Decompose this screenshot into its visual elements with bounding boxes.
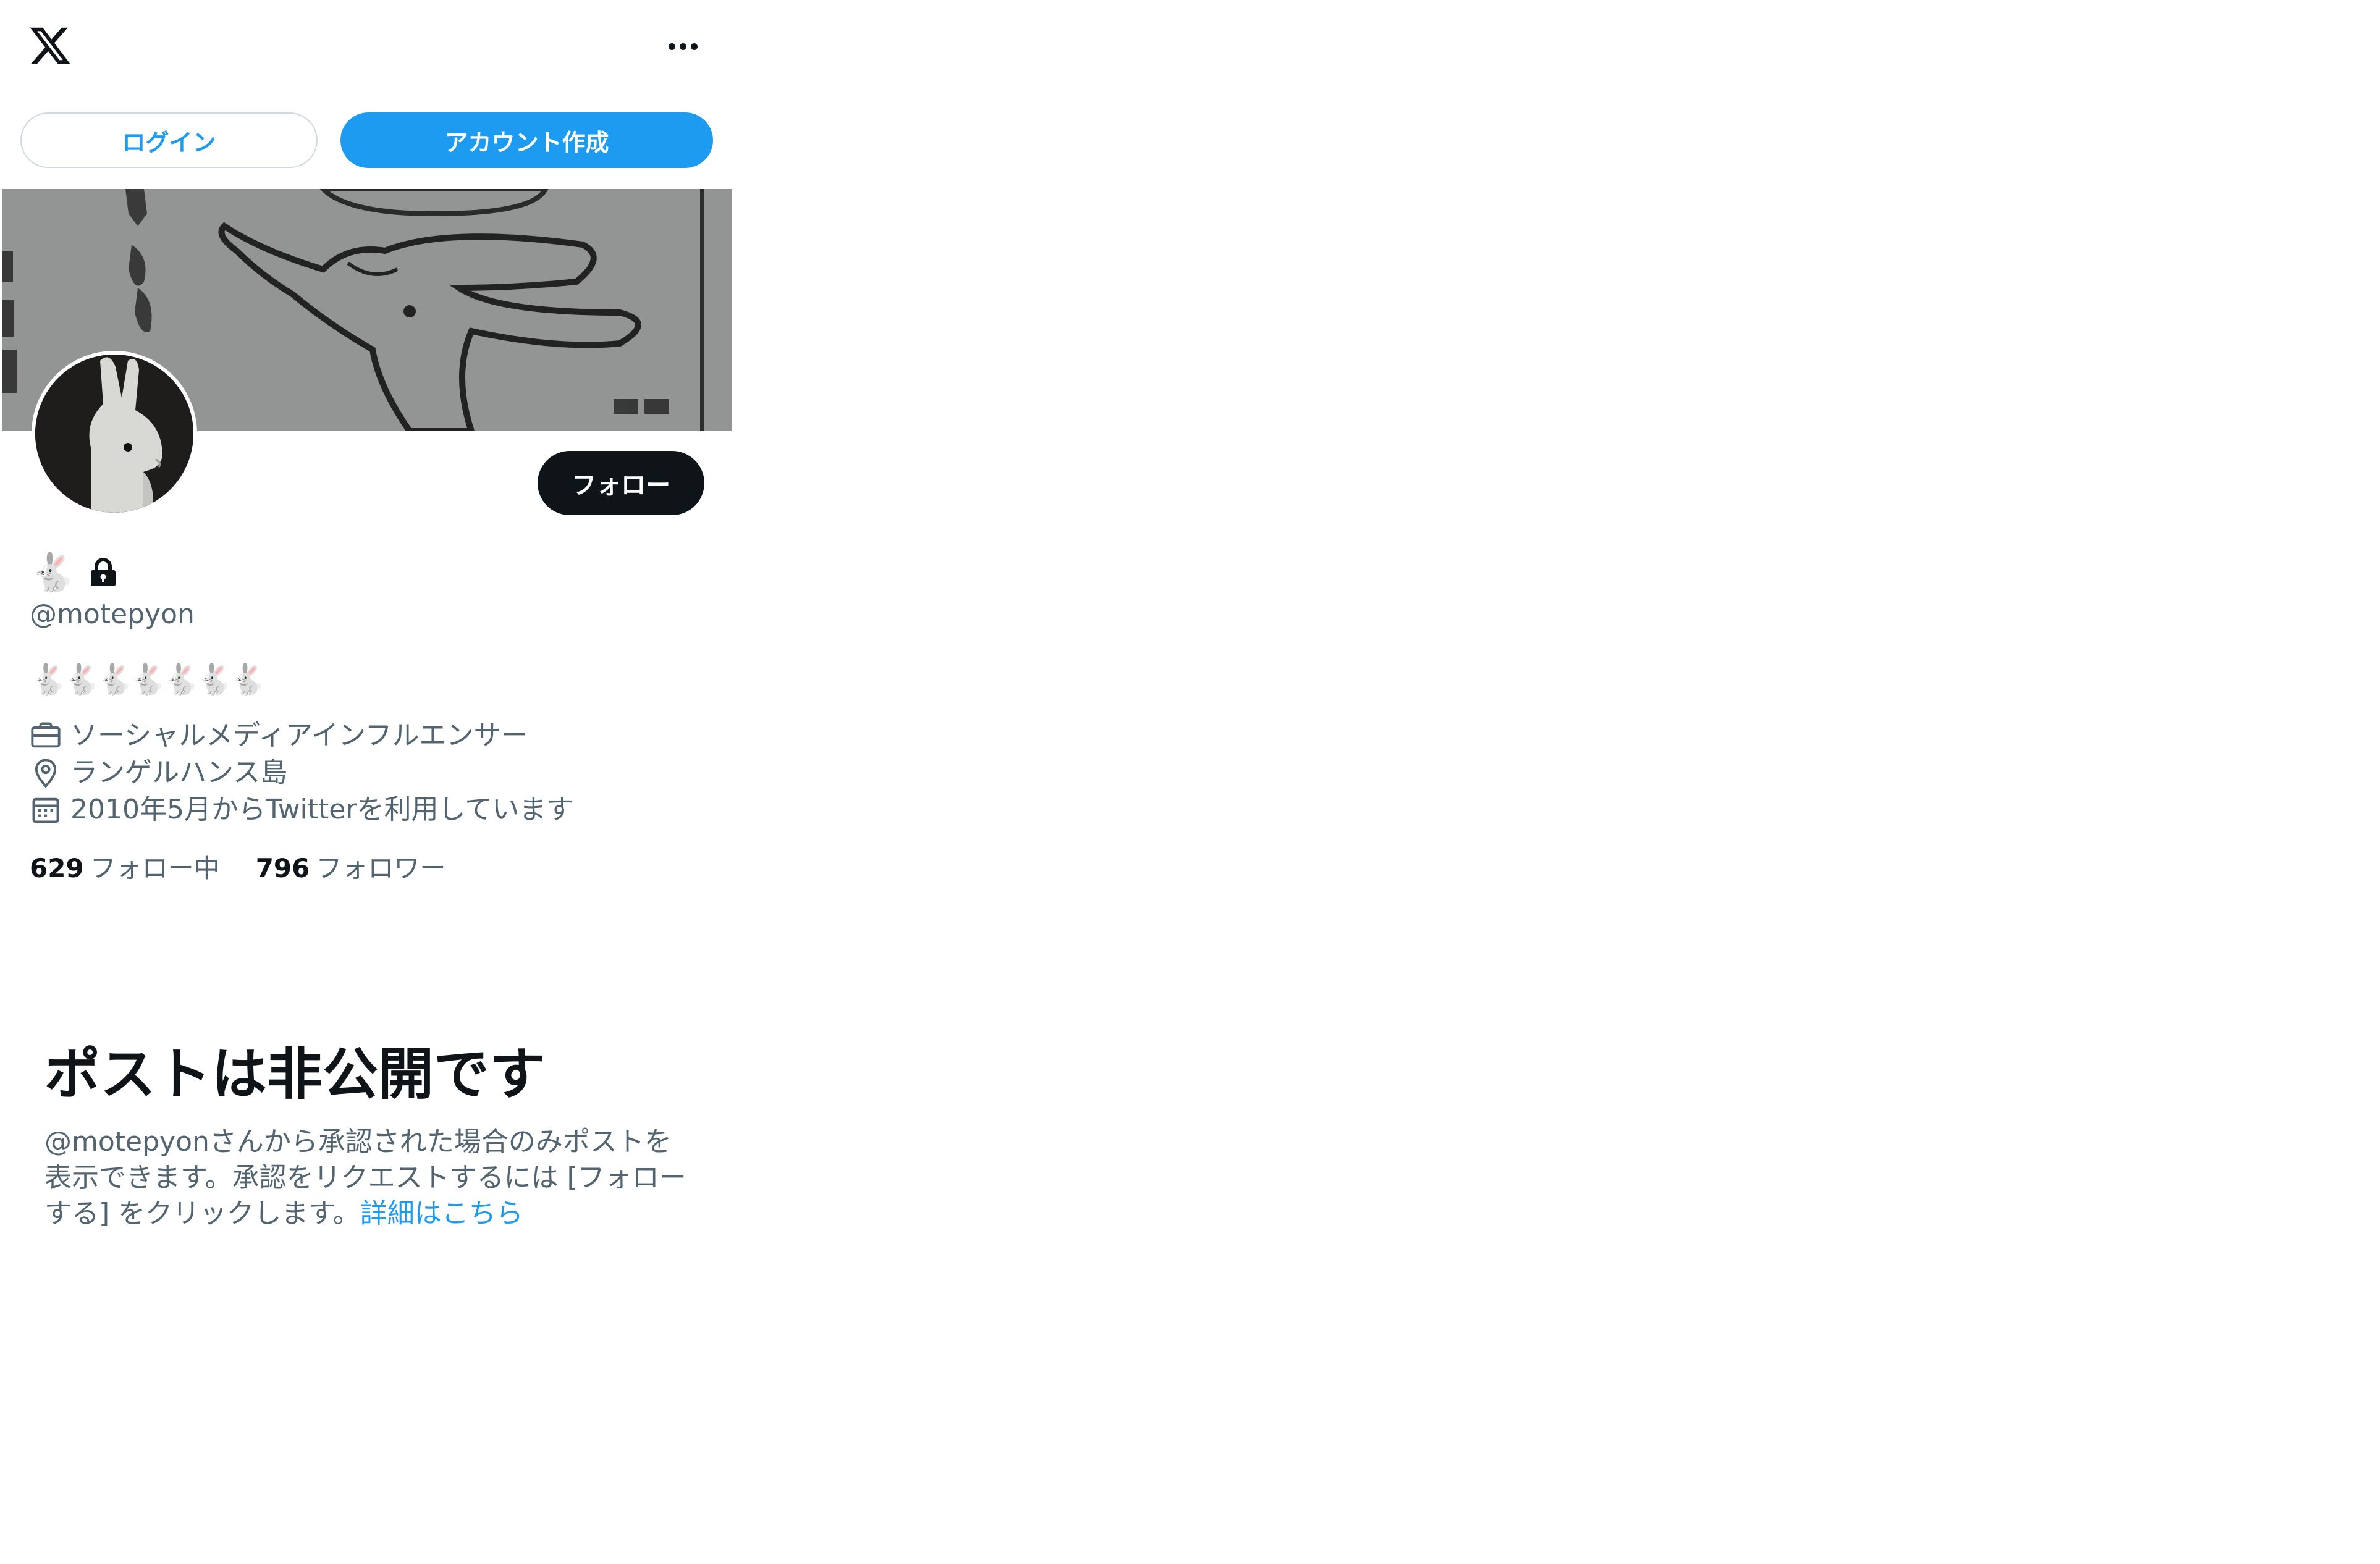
following-label: フォロー中 bbox=[90, 853, 220, 883]
follow-button[interactable]: フォロー bbox=[538, 451, 704, 515]
joined-text: 2010年5月からTwitterを利用しています bbox=[70, 794, 574, 825]
occupation-text: ソーシャルメディアインフルエンサー bbox=[70, 720, 528, 751]
login-button[interactable]: ログイン bbox=[20, 112, 318, 168]
following-count: 629 bbox=[30, 853, 84, 883]
briefcase-icon bbox=[31, 722, 61, 748]
location-pin-icon bbox=[35, 759, 57, 788]
joined-row: 2010年5月からTwitterを利用しています bbox=[30, 793, 573, 827]
profile-bio: 🐇🐇🐇🐇🐇🐇🐇 bbox=[30, 662, 266, 697]
location-row: ランゲルハンス島 bbox=[30, 755, 287, 790]
private-posts-message: @motepyonさんから承認された場合のみポストを表示できます。承認をリクエス… bbox=[44, 1124, 687, 1232]
lock-icon bbox=[90, 558, 116, 586]
x-logo-icon[interactable] bbox=[28, 23, 72, 68]
private-posts-title: ポストは非公開です bbox=[44, 1042, 545, 1107]
create-account-button[interactable]: アカウント作成 bbox=[340, 112, 713, 168]
display-name: 🐇 bbox=[30, 551, 76, 594]
follow-stats: 629 フォロー中 796 フォロワー bbox=[30, 851, 445, 886]
location-text: ランゲルハンス島 bbox=[70, 757, 288, 788]
occupation-row: ソーシャルメディアインフルエンサー bbox=[30, 718, 528, 753]
display-name-row: 🐇 bbox=[30, 551, 117, 594]
profile-handle: @motepyon bbox=[30, 599, 195, 630]
following-link[interactable]: 629 フォロー中 bbox=[30, 851, 220, 886]
followers-link[interactable]: 796 フォロワー bbox=[256, 851, 446, 886]
followers-count: 796 bbox=[255, 853, 310, 883]
more-dots-icon[interactable] bbox=[661, 31, 704, 62]
calendar-icon bbox=[32, 797, 59, 823]
followers-label: フォロワー bbox=[316, 853, 446, 883]
profile-avatar[interactable] bbox=[32, 351, 197, 516]
learn-more-link[interactable]: 詳細はこちら bbox=[360, 1198, 523, 1229]
